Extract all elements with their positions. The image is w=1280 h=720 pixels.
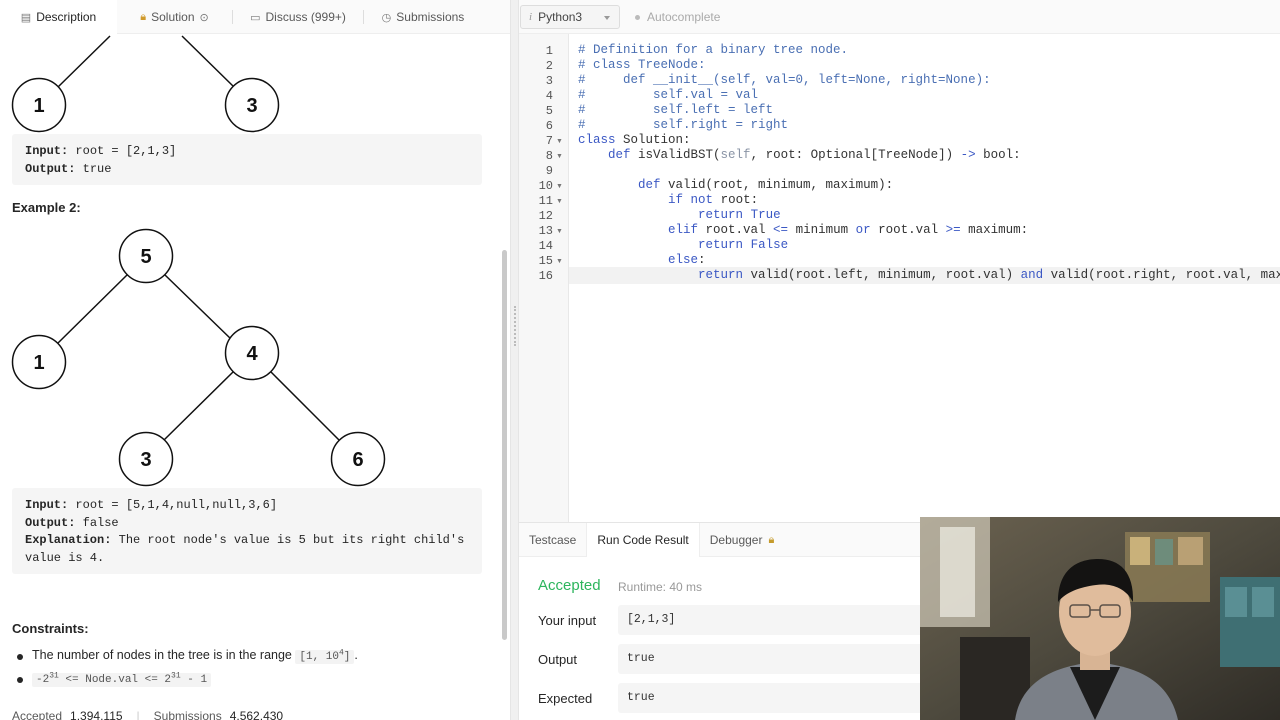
code-line: class Solution: bbox=[578, 133, 691, 147]
info-icon: i bbox=[529, 11, 533, 23]
chevron-down-icon bbox=[604, 16, 610, 20]
code-line: def isValidBST(self, root: Optional[Tree… bbox=[608, 148, 1021, 162]
tree-node: 6 bbox=[330, 431, 386, 487]
code-line: return True bbox=[698, 208, 781, 222]
code-line: return valid(root.left, minimum, root.va… bbox=[698, 268, 1280, 282]
fold-arrow-icon[interactable]: ▼ bbox=[556, 138, 563, 145]
example2-tree: 5 1 4 3 6 bbox=[11, 228, 386, 487]
fold-arrow-icon[interactable]: ▼ bbox=[556, 258, 563, 265]
line-number: 8 bbox=[545, 149, 553, 163]
constraint-item: The number of nodes in the tree is in th… bbox=[17, 648, 358, 666]
autocomplete-toggle[interactable]: Autocomplete bbox=[635, 10, 720, 24]
constraints-list: The number of nodes in the tree is in th… bbox=[17, 648, 358, 694]
code-line: # self.val = val bbox=[578, 88, 759, 102]
tab-testcase[interactable]: Testcase bbox=[519, 523, 586, 557]
webcam-overlay bbox=[920, 517, 1280, 720]
fold-arrow-icon[interactable]: ▼ bbox=[556, 198, 563, 205]
node-value: 3 bbox=[246, 95, 257, 117]
line-number: 12 bbox=[538, 209, 553, 223]
tree-node: 1 bbox=[11, 77, 67, 133]
code-editor[interactable]: 1 2 3 4 5 6 7 8 9 10 11 12 13 14 15 16 ▼… bbox=[519, 34, 1280, 522]
fold-arrow-icon[interactable]: ▼ bbox=[556, 183, 563, 190]
example2-heading: Example 2: bbox=[12, 200, 81, 215]
runtime-text: Runtime: 40 ms bbox=[618, 580, 703, 594]
toggle-dot-icon bbox=[635, 14, 640, 20]
drag-handle-icon bbox=[514, 306, 516, 346]
node-value: 1 bbox=[33, 352, 44, 374]
problem-pane: ▤ Description 🔒︎ Solution ⊙ ▭ Discuss (9… bbox=[0, 0, 510, 720]
code-line: # def __init__(self, val=0, left=None, r… bbox=[578, 73, 991, 87]
line-number: 6 bbox=[545, 119, 553, 133]
editor-toolbar: i Python3 Autocomplete bbox=[519, 0, 1280, 34]
tree-node: 5 bbox=[118, 228, 174, 284]
code-line: elif root.val <= minimum or root.val >= … bbox=[668, 223, 1029, 237]
example1-io-box: Input: root = [2,1,3] Output: true bbox=[12, 134, 482, 185]
tree-node: 3 bbox=[118, 431, 174, 487]
line-number: 5 bbox=[545, 104, 553, 118]
tab-debugger[interactable]: Debugger 🔒︎ bbox=[700, 523, 785, 557]
output-label: Output bbox=[538, 652, 578, 667]
line-number: 15 bbox=[538, 254, 553, 268]
code-chip: -231 <= Node.val <= 231 - 1 bbox=[32, 671, 212, 687]
line-number: 14 bbox=[538, 239, 553, 253]
line-number: 10 bbox=[538, 179, 553, 193]
code-line: # self.right = right bbox=[578, 118, 789, 132]
your-input-label: Your input bbox=[538, 613, 597, 628]
example-trees: 1 3 5 1 4 3 6 bbox=[11, 35, 386, 487]
node-value: 3 bbox=[140, 449, 151, 471]
line-number: 2 bbox=[545, 59, 553, 73]
code-line: # class TreeNode: bbox=[578, 58, 706, 72]
example1-tree: 1 3 bbox=[11, 35, 280, 133]
code-line: else: bbox=[668, 253, 706, 267]
constraint-item: -231 <= Node.val <= 231 - 1 bbox=[17, 671, 358, 689]
description-scrollbar[interactable] bbox=[502, 250, 507, 640]
line-number: 1 bbox=[545, 44, 553, 58]
fold-arrow-icon[interactable]: ▼ bbox=[556, 153, 563, 160]
example2-io-box: Input: root = [5,1,4,null,null,3,6] Outp… bbox=[12, 488, 482, 574]
tab-run-code-result[interactable]: Run Code Result bbox=[586, 523, 700, 557]
stats-divider: | bbox=[136, 709, 140, 720]
fold-arrow-icon[interactable]: ▼ bbox=[556, 228, 563, 235]
line-number: 16 bbox=[538, 269, 553, 283]
language-select[interactable]: i Python3 bbox=[520, 5, 620, 29]
line-number: 4 bbox=[545, 89, 553, 103]
problem-stats: Accepted 1,394,115 | Submissions 4,562,4… bbox=[12, 709, 283, 720]
webcam-person-image bbox=[920, 517, 1280, 720]
node-value: 1 bbox=[33, 95, 44, 117]
code-line: def valid(root, minimum, maximum): bbox=[638, 178, 894, 192]
code-line: if not root: bbox=[668, 193, 759, 207]
node-value: 6 bbox=[352, 449, 363, 471]
code-line: # self.left = left bbox=[578, 103, 774, 117]
node-value: 4 bbox=[246, 343, 258, 365]
line-number: 13 bbox=[538, 224, 553, 238]
code-chip: [1, 104] bbox=[295, 648, 355, 664]
line-number: 7 bbox=[545, 134, 553, 148]
line-number: 11 bbox=[538, 194, 553, 208]
tree-node: 4 bbox=[224, 325, 280, 381]
line-number: 3 bbox=[545, 74, 553, 88]
code-line: return False bbox=[698, 238, 789, 252]
line-number: 9 bbox=[545, 164, 553, 178]
node-value: 5 bbox=[140, 246, 151, 268]
tree-node: 1 bbox=[11, 334, 67, 390]
lock-icon: 🔒︎ bbox=[768, 533, 775, 546]
tree-node: 3 bbox=[224, 77, 280, 133]
expected-label: Expected bbox=[538, 691, 593, 706]
code-line: # Definition for a binary tree node. bbox=[578, 43, 849, 57]
line-gutter: 1 2 3 4 5 6 7 8 9 10 11 12 13 14 15 16 ▼… bbox=[519, 34, 569, 522]
result-status: Accepted bbox=[538, 577, 601, 594]
pane-splitter[interactable] bbox=[510, 0, 519, 720]
constraints-heading: Constraints: bbox=[12, 621, 89, 636]
